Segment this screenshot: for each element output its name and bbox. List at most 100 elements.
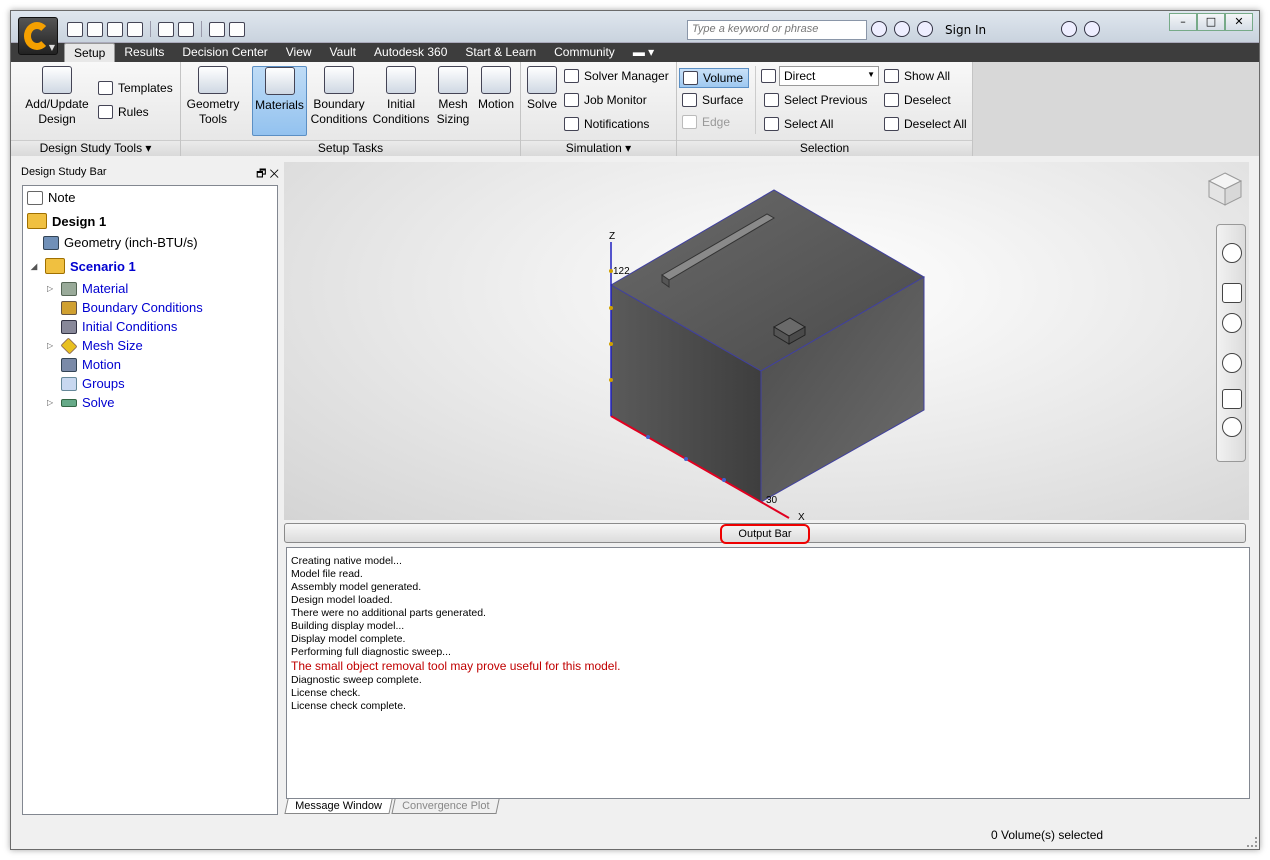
- solver-manager-button[interactable]: Solver Manager: [561, 66, 672, 86]
- boundary-conditions-button[interactable]: Boundary Conditions: [309, 66, 369, 127]
- notifications-button[interactable]: Notifications: [561, 114, 652, 134]
- help-search-input[interactable]: Type a keyword or phrase: [687, 20, 867, 40]
- selection-mode-dropdown[interactable]: Direct: [779, 66, 879, 86]
- button-label: Solve: [526, 97, 558, 111]
- tab-autodesk-360[interactable]: Autodesk 360: [365, 43, 456, 62]
- open-folder-icon[interactable]: [87, 21, 103, 37]
- maximize-button[interactable]: □: [1197, 13, 1225, 31]
- materials-button[interactable]: Materials: [252, 66, 307, 136]
- panel-simulation: Solve Solver Manager Job Monitor Notific…: [521, 62, 677, 156]
- tab-results[interactable]: Results: [115, 43, 173, 62]
- star-icon[interactable]: [917, 21, 933, 37]
- tree-item-note[interactable]: Note: [27, 190, 75, 205]
- expand-arrow-icon[interactable]: ▷: [47, 284, 56, 293]
- design-folder-icon: [27, 213, 47, 229]
- tab-decision-center[interactable]: Decision Center: [173, 43, 276, 62]
- tree-item-design[interactable]: Design 1: [27, 213, 106, 229]
- volume-select-button[interactable]: Volume: [679, 68, 749, 88]
- tree-item-material[interactable]: ▷ Material: [47, 281, 128, 296]
- wrench-icon[interactable]: [894, 21, 910, 37]
- collapse-arrow-icon[interactable]: ◢: [31, 262, 40, 271]
- tab-view[interactable]: View: [277, 43, 321, 62]
- expand-arrow-icon[interactable]: ▷: [47, 398, 56, 407]
- deselect-button[interactable]: Deselect: [881, 90, 954, 110]
- mesh-sizing-button[interactable]: Mesh Sizing: [433, 66, 473, 127]
- message-line: Assembly model generated.: [291, 581, 422, 593]
- tab-community[interactable]: Community: [545, 43, 624, 62]
- show-all-button[interactable]: Show All: [881, 66, 953, 86]
- binoculars-icon[interactable]: [871, 21, 887, 37]
- tab-message-window[interactable]: Message Window: [284, 799, 393, 814]
- edge-select-button[interactable]: Edge: [679, 112, 733, 132]
- tree-item-scenario[interactable]: ◢ Scenario 1: [31, 258, 136, 274]
- expand-arrow-icon[interactable]: ▷: [47, 341, 56, 350]
- panel-float-close-controls[interactable]: 🗗 ✕: [256, 165, 279, 184]
- add-update-design-button[interactable]: Add/Update Design: [17, 66, 97, 127]
- button-label: Motion: [477, 97, 515, 111]
- tree-item-mesh-size[interactable]: ▷ Mesh Size: [47, 337, 143, 354]
- tree-item-groups[interactable]: Groups: [61, 376, 125, 391]
- tree-item-solve[interactable]: ▷ Solve: [47, 395, 115, 410]
- select-all-button[interactable]: Select All: [761, 114, 836, 134]
- view-cube-icon[interactable]: [178, 21, 194, 37]
- resize-grip-icon[interactable]: [1247, 837, 1257, 847]
- tree-item-motion[interactable]: Motion: [61, 357, 121, 372]
- message-line: Performing full diagnostic sweep...: [291, 646, 451, 658]
- new-file-icon[interactable]: [67, 21, 83, 37]
- tree-item-geometry[interactable]: Geometry (inch-BTU/s): [43, 235, 198, 250]
- zoom-icon[interactable]: [1222, 313, 1242, 333]
- tree-item-initial-conditions[interactable]: Initial Conditions: [61, 319, 177, 334]
- properties-icon[interactable]: [229, 21, 245, 37]
- output-bar-toggle[interactable]: Output Bar: [284, 523, 1246, 544]
- initial-conditions-button[interactable]: Initial Conditions: [371, 66, 431, 127]
- panel-label-text: Selection: [799, 141, 850, 155]
- graphics-viewport[interactable]: Z 122 30 X: [284, 162, 1249, 520]
- initial-conditions-icon: [61, 319, 77, 334]
- minimize-button[interactable]: –: [1169, 13, 1197, 31]
- select-mode-icon[interactable]: [158, 21, 174, 37]
- close-navbar-icon[interactable]: [1222, 417, 1242, 437]
- mesh-size-icon: [60, 337, 78, 354]
- panel-label[interactable]: Design Study Tools ▾: [11, 140, 180, 156]
- window-layout-icon[interactable]: [209, 21, 225, 37]
- surface-select-button[interactable]: Surface: [679, 90, 746, 110]
- solve-button[interactable]: Solve: [523, 66, 561, 112]
- tree-item-boundary-conditions[interactable]: Boundary Conditions: [61, 300, 203, 315]
- solver-manager-icon: [564, 69, 579, 83]
- geometry-tools-button[interactable]: Geometry Tools: [185, 66, 241, 127]
- tab-vault[interactable]: Vault: [321, 43, 365, 62]
- message-line: Display model complete.: [291, 633, 406, 645]
- orbit-icon[interactable]: [1222, 353, 1242, 373]
- application-menu-button[interactable]: ▼: [18, 17, 58, 55]
- deselect-all-button[interactable]: Deselect All: [881, 114, 970, 134]
- save-icon[interactable]: [107, 21, 123, 37]
- pan-hand-icon[interactable]: [1222, 283, 1242, 303]
- button-label: Templates: [118, 81, 173, 95]
- templates-button[interactable]: Templates: [95, 78, 176, 98]
- tab-setup[interactable]: Setup: [64, 43, 116, 62]
- select-previous-button[interactable]: Select Previous: [761, 90, 870, 110]
- ribbon-minimize-toggle[interactable]: ▬ ▾: [624, 43, 663, 62]
- help-icon[interactable]: [1084, 21, 1100, 37]
- sign-in-link[interactable]: Sign In: [945, 23, 986, 37]
- save-as-icon[interactable]: [127, 21, 143, 37]
- job-monitor-button[interactable]: Job Monitor: [561, 90, 650, 110]
- tab-convergence-plot[interactable]: Convergence Plot: [391, 799, 500, 814]
- initial-conditions-icon: [386, 66, 416, 94]
- button-label: Show All: [904, 69, 951, 83]
- tab-start-learn[interactable]: Start & Learn: [456, 43, 545, 62]
- steering-wheel-icon[interactable]: [1222, 243, 1242, 263]
- rules-button[interactable]: Rules: [95, 102, 152, 122]
- volume-icon: [683, 71, 698, 85]
- tab-label: Convergence Plot: [401, 800, 490, 812]
- close-button[interactable]: ✕: [1225, 13, 1253, 31]
- view-cube-icon[interactable]: [1206, 170, 1244, 208]
- axis-z-tick-label: 122: [613, 266, 630, 277]
- panel-selection: Volume Surface Edge Direct Select Previo…: [677, 62, 973, 156]
- z-axis-tick: [609, 342, 613, 346]
- exchange-x-icon[interactable]: [1061, 21, 1077, 37]
- motion-button[interactable]: Motion: [474, 66, 518, 112]
- panel-label[interactable]: Simulation ▾: [521, 140, 676, 156]
- surface-icon: [682, 93, 697, 107]
- look-at-icon[interactable]: [1222, 389, 1242, 409]
